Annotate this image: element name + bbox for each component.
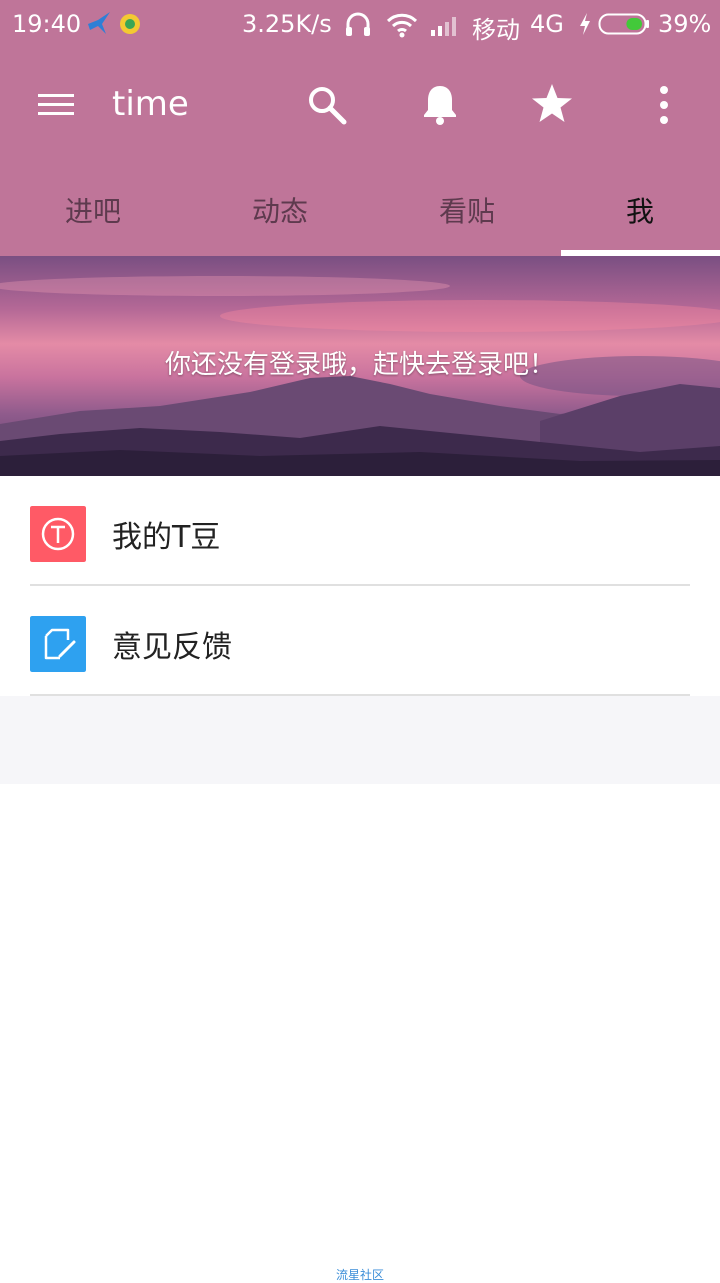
t-coin-icon xyxy=(30,506,86,562)
battery-icon xyxy=(598,13,649,35)
tab-bar: 进吧 动态 看贴 我 xyxy=(0,164,720,256)
headset-icon xyxy=(346,12,370,36)
watermark: 流星社区 xyxy=(335,1268,384,1282)
battery-percent: 39% xyxy=(658,10,712,38)
app-title: time xyxy=(112,84,189,124)
network-speed: 3.25K/s xyxy=(242,10,332,38)
feedback-edit-icon xyxy=(30,616,86,672)
tab-kantie[interactable]: 看贴 xyxy=(377,164,557,256)
status-time: 19:40 xyxy=(12,10,82,38)
wifi-icon xyxy=(386,13,418,38)
section-spacer xyxy=(0,696,720,784)
network-type: 4G xyxy=(530,10,564,38)
app-badge-icon xyxy=(120,14,140,34)
menu-icon[interactable] xyxy=(36,90,76,120)
more-icon[interactable] xyxy=(654,84,674,126)
list-item-label: 意见反馈 xyxy=(112,630,232,665)
login-prompt[interactable]: 你还没有登录哦，赶快去登录吧！ xyxy=(0,344,720,381)
list-item-t-coins[interactable]: 我的T豆 xyxy=(0,476,720,586)
star-icon[interactable] xyxy=(530,82,574,126)
charging-bolt-icon xyxy=(580,13,590,35)
tab-jinba[interactable]: 进吧 xyxy=(3,164,183,256)
bell-icon[interactable] xyxy=(420,82,460,126)
list-item-feedback[interactable]: 意见反馈 xyxy=(0,586,720,696)
carrier-name: 移动 xyxy=(472,16,520,44)
tab-dongtai[interactable]: 动态 xyxy=(190,164,370,256)
list-item-label: 我的T豆 xyxy=(112,520,221,555)
search-icon[interactable] xyxy=(306,84,348,126)
bird-app-icon xyxy=(88,12,110,34)
toolbar: time xyxy=(0,50,720,160)
app-bar: 19:40 3.25K/s 移动 4G 39% time 进吧 动态 看贴 我 xyxy=(0,0,720,256)
status-bar: 19:40 3.25K/s 移动 4G 39% xyxy=(0,0,720,50)
signal-icon xyxy=(431,17,456,36)
profile-banner: 你还没有登录哦，赶快去登录吧！ xyxy=(0,256,720,476)
profile-menu-list: 我的T豆 意见反馈 xyxy=(0,476,720,696)
tab-me[interactable]: 我 xyxy=(550,164,720,256)
